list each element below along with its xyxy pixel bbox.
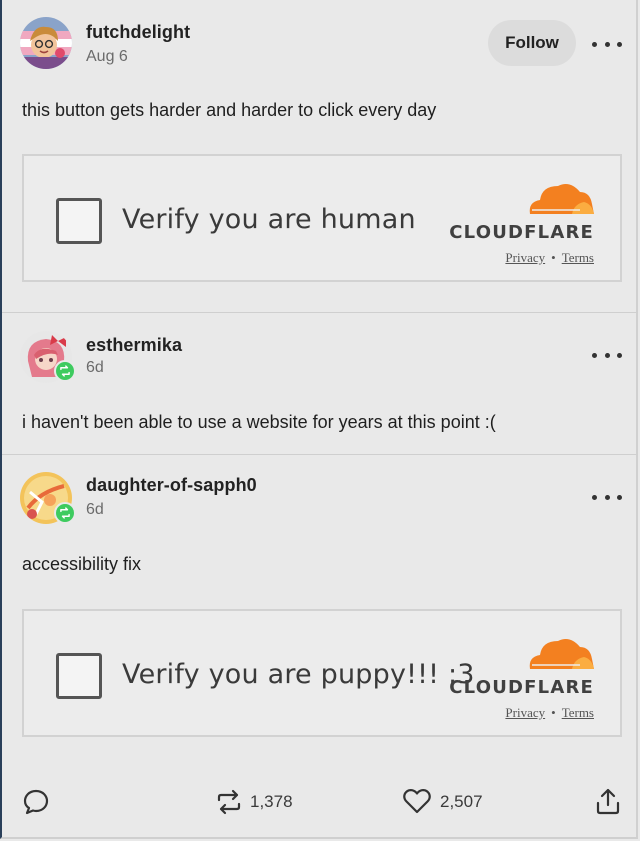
post-body-text: this button gets harder and harder to cl… [22,100,437,120]
captcha-checkbox[interactable] [56,198,102,244]
comment-body-text: i haven't been able to use a website for… [22,412,496,432]
cloudflare-logo: CLOUDFLARE Privacy • Terms [442,631,594,731]
comment-body-text: accessibility fix [22,554,142,574]
cloudflare-wordmark: CLOUDFLARE [449,677,594,698]
reblog-badge-icon [54,502,76,524]
follow-button[interactable]: Follow [488,20,576,66]
post-username[interactable]: futchdelight [86,22,190,43]
reblog-icon[interactable] [214,787,244,817]
captcha-widget: Verify you are human CLOUDFLARE Privacy •… [22,154,622,282]
comment-date[interactable]: 6d [86,501,104,519]
reblog-comment: daughter-of-sapph0 6d accessibility fix … [0,455,640,755]
share-icon[interactable] [594,786,622,816]
more-dots-icon[interactable] [592,348,622,362]
heart-icon[interactable] [402,787,432,815]
captcha-links: Privacy • Terms [442,705,594,721]
reblog-badge-icon [54,360,76,382]
terms-link[interactable]: Terms [562,250,594,265]
link-separator: • [551,250,556,265]
post-footer: 1,378 2,507 [0,770,640,830]
comment-username[interactable]: esthermika [86,335,182,356]
captcha-label: Verify you are human [122,204,416,235]
captcha-widget-edited: Verify you are puppy!!! :3 CLOUDFLARE Pr… [22,609,622,737]
cloudflare-cloud-icon [529,639,594,669]
reblog-comment: esthermika 6d i haven't been able to use… [0,313,640,454]
captcha-checkbox[interactable] [56,653,102,699]
post-date[interactable]: Aug 6 [86,48,128,66]
privacy-link[interactable]: Privacy [505,705,545,720]
post-original: futchdelight Aug 6 Follow this button ge… [0,0,640,312]
more-dots-icon[interactable] [592,37,622,51]
cloudflare-cloud-icon [529,184,594,214]
comment-username[interactable]: daughter-of-sapph0 [86,475,257,496]
link-separator: • [551,705,556,720]
comment-bubble-icon[interactable] [22,788,50,816]
avatar-futchdelight[interactable] [20,17,72,69]
like-count[interactable]: 2,507 [440,792,483,812]
terms-link[interactable]: Terms [562,705,594,720]
captcha-label: Verify you are puppy!!! :3 [122,659,475,690]
comment-date[interactable]: 6d [86,359,104,377]
more-dots-icon[interactable] [592,490,622,504]
privacy-link[interactable]: Privacy [505,250,545,265]
reblog-count[interactable]: 1,378 [250,792,293,812]
cloudflare-logo: CLOUDFLARE Privacy • Terms [442,176,594,276]
cloudflare-wordmark: CLOUDFLARE [449,222,594,243]
captcha-links: Privacy • Terms [442,250,594,266]
